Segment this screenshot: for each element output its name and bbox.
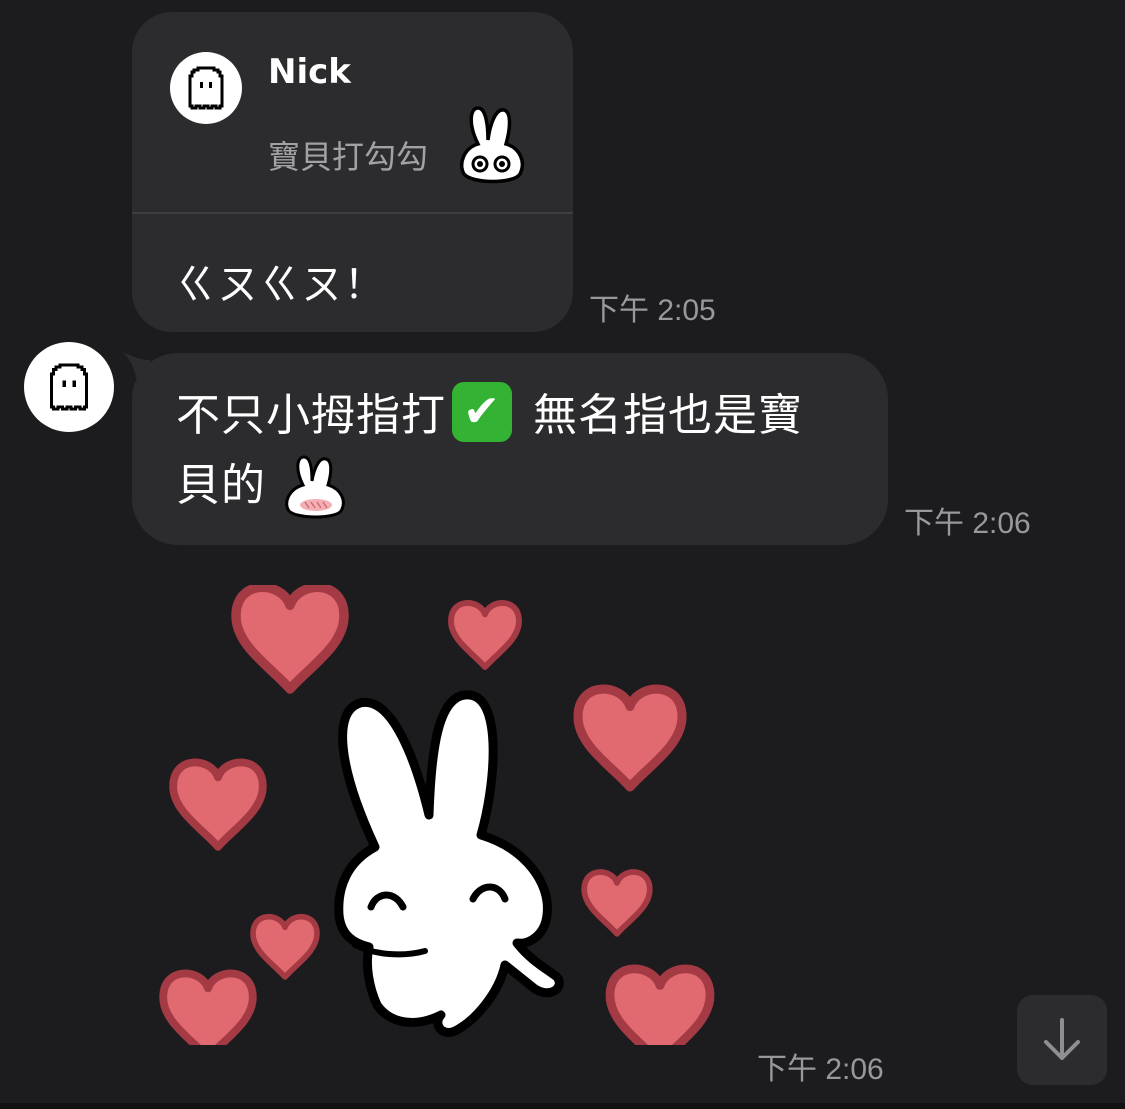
heart-icon [236,587,344,689]
reply-message-text: ㄍㄡㄍㄡ！ [176,262,386,308]
message-bubble[interactable]: 不只小拇指打 ✔ 無名指也是寶 貝的 [132,353,888,545]
message-line-1: 不只小拇指打 ✔ 無名指也是寶 [176,379,803,448]
ghost-icon [49,363,89,411]
bunny-hearts-sticker[interactable] [155,585,735,1045]
heart-icon [584,872,650,934]
heart-icon [610,969,710,1045]
reply-message-bubble[interactable]: Nick 寶貝打勾勾 ㄍㄡㄍㄡ！ [132,12,573,332]
check-mark-icon: ✔ [452,382,512,442]
message-text-part: 貝的 [176,460,266,511]
bunny-face-icon [459,106,525,184]
heart-icon [578,689,682,787]
message-line-2: 貝的 [176,449,351,523]
quoted-message[interactable]: Nick 寶貝打勾勾 [132,12,573,212]
bunny-icon [334,690,564,1037]
scroll-to-bottom-button[interactable] [1017,995,1107,1085]
heart-icon [173,762,263,846]
quoted-sender-name: Nick [268,52,351,92]
arrow-down-icon [1044,1018,1080,1060]
reply-divider [132,212,573,214]
heart-icon [451,603,519,667]
message-text-part: 無名指也是寶 [518,390,803,441]
ghost-icon [188,66,224,110]
heart-icon [253,917,317,977]
sender-avatar[interactable] [24,342,114,432]
bottom-edge [0,1103,1125,1109]
message-timestamp: 下午 2:06 [757,1053,884,1086]
blushing-bunny-icon [285,455,345,519]
quoted-sender-avatar [170,52,242,124]
heart-icon [163,973,253,1045]
message-text-part: 不只小拇指打 [176,390,446,441]
message-timestamp: 下午 2:06 [904,507,1031,540]
message-timestamp: 下午 2:05 [589,294,716,327]
quoted-message-text: 寶貝打勾勾 [268,138,429,176]
